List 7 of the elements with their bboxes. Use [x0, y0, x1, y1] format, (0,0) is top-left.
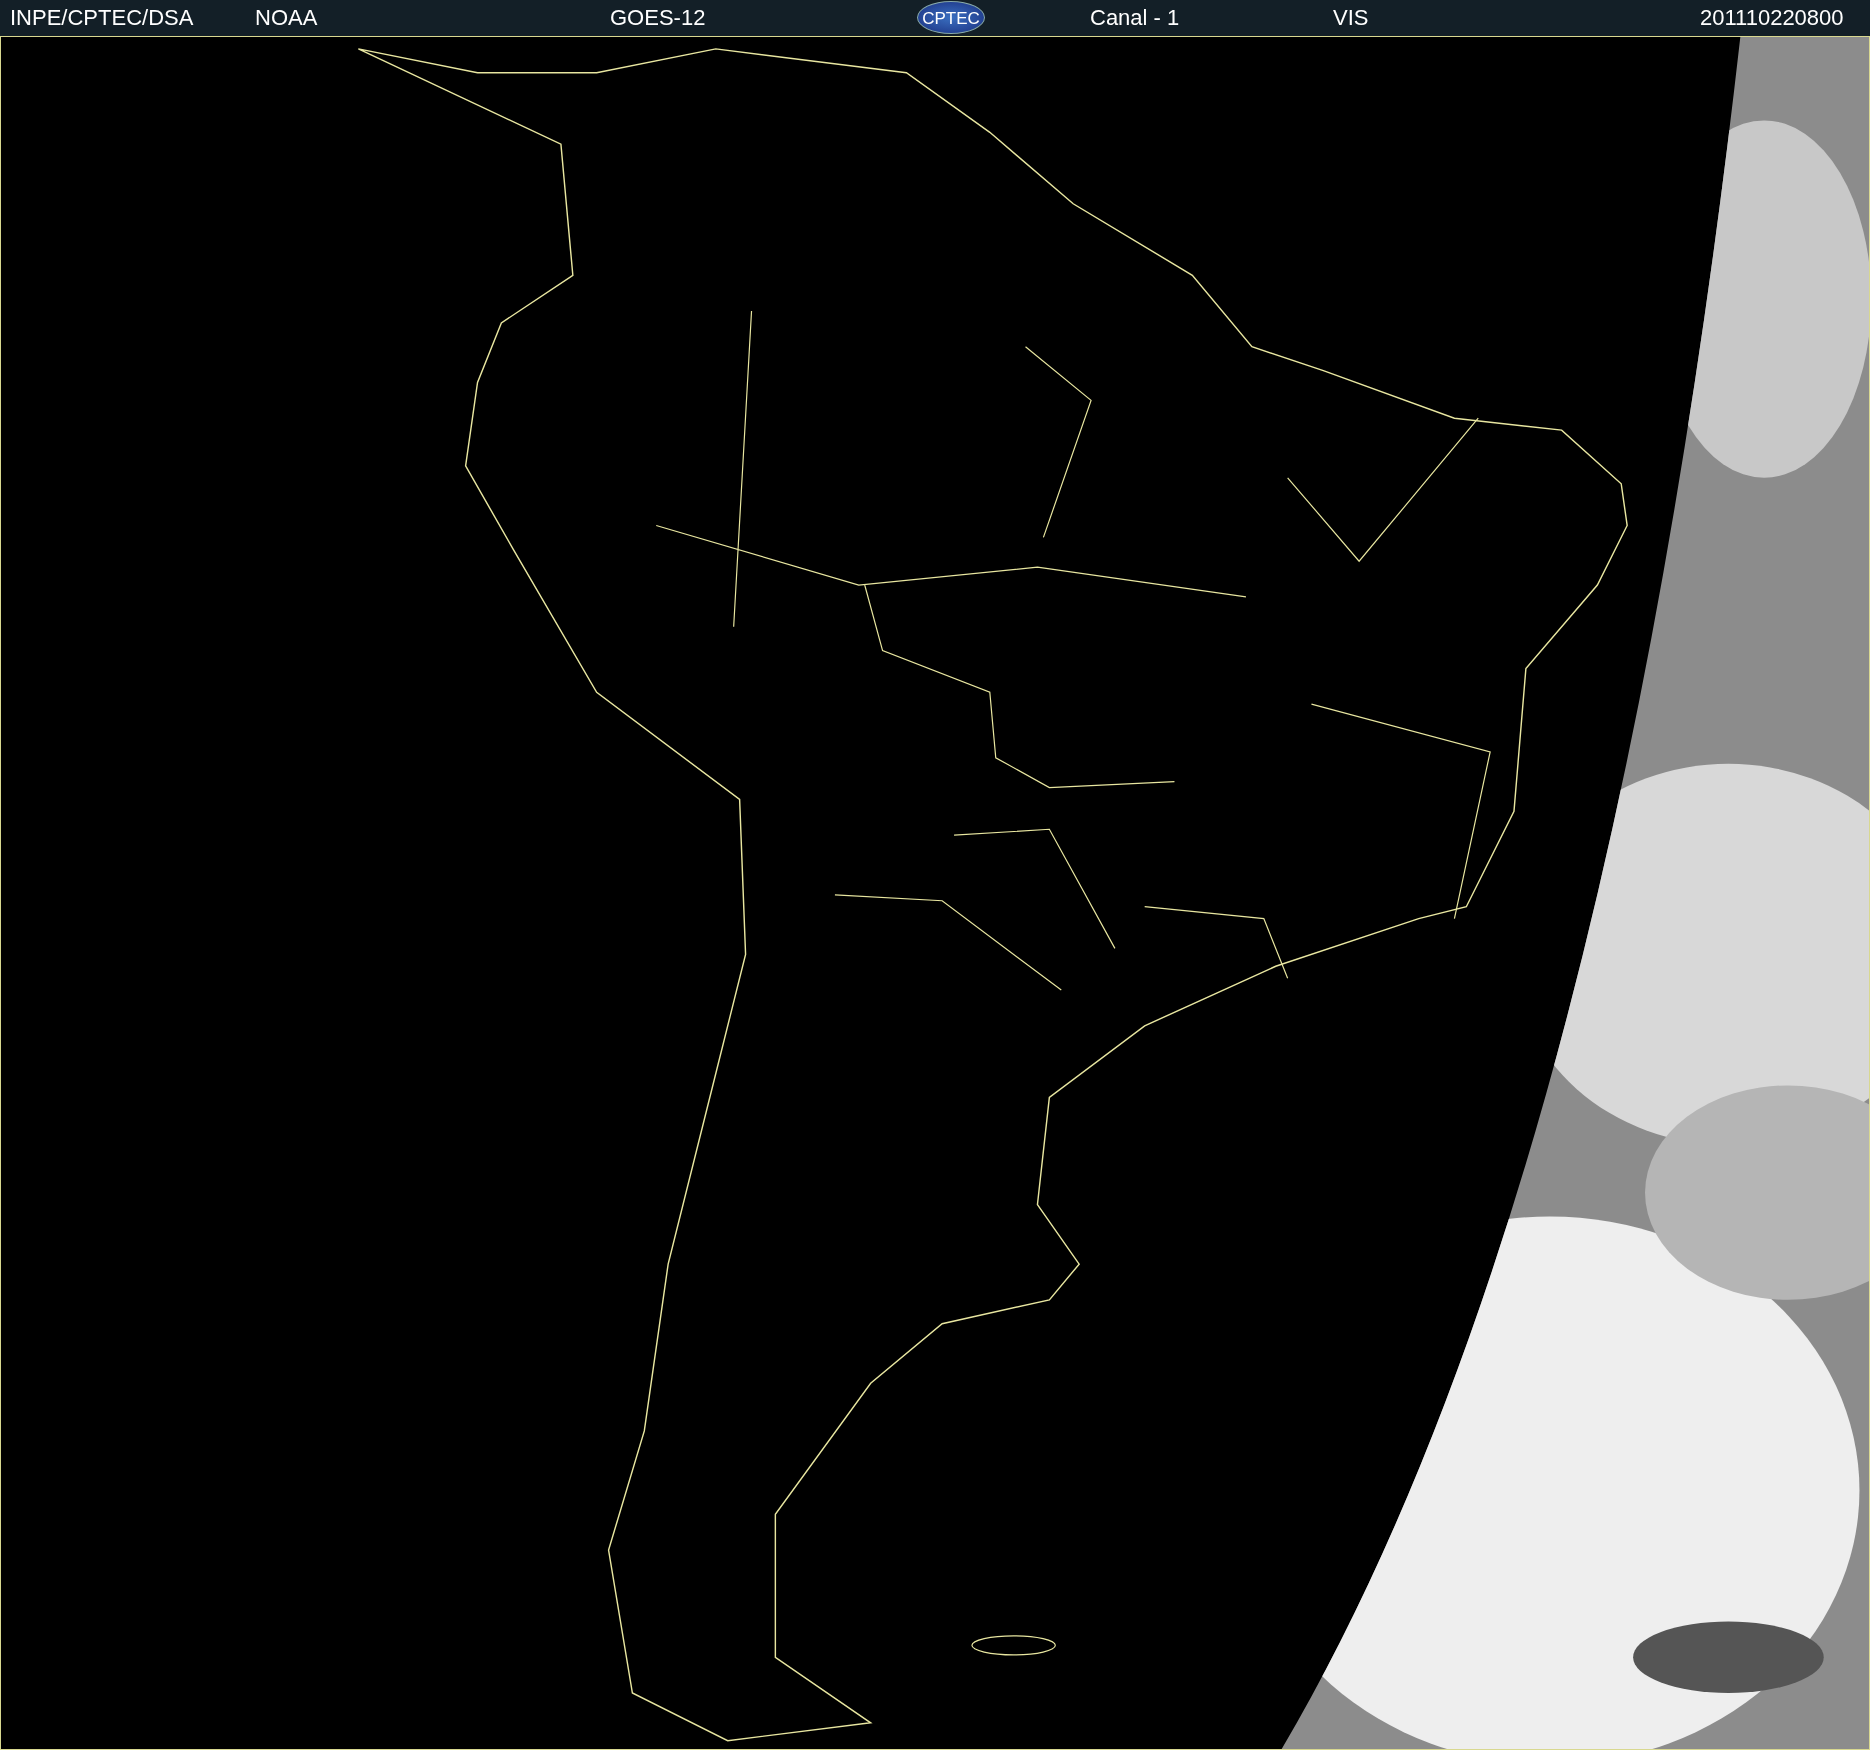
header-label: GOES-12: [610, 6, 706, 30]
header-label: NOAA: [255, 6, 318, 30]
header-label: 201110220800: [1700, 6, 1844, 30]
header-label: VIS: [1333, 6, 1369, 30]
header-label: Canal - 1: [1090, 6, 1180, 30]
header-label: INPE/CPTEC/DSA: [10, 6, 194, 30]
logo: CPTEC: [917, 1, 985, 34]
